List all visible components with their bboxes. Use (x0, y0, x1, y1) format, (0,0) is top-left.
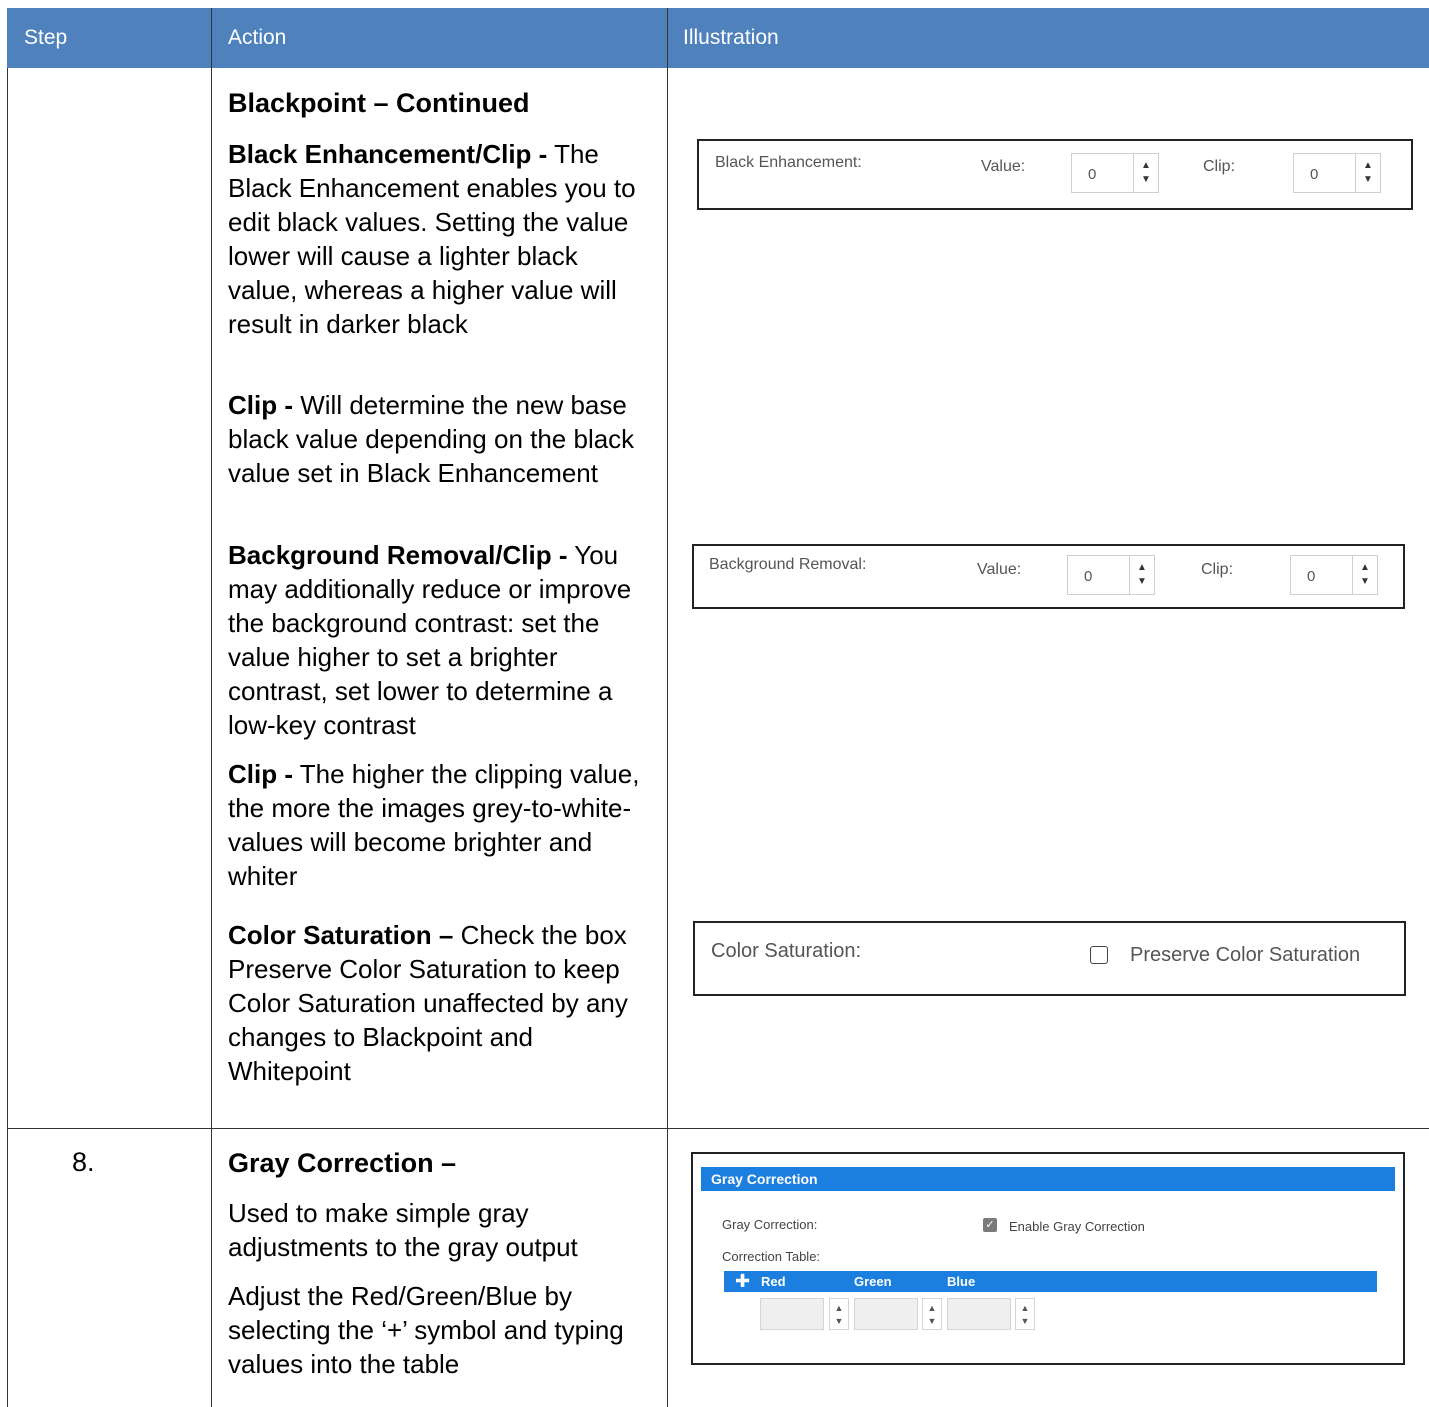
red-input[interactable] (760, 1298, 824, 1330)
chevron-up-icon[interactable]: ▲ (1130, 563, 1154, 573)
preserve-color-saturation-checkbox[interactable] (1090, 946, 1108, 964)
step-number: 8. (72, 1147, 95, 1177)
plus-icon[interactable]: ✚ (735, 1271, 750, 1292)
black-clip-value: 0 (1310, 166, 1319, 183)
color-saturation-label: Color Saturation: (711, 940, 862, 962)
gray-correction-field-label: Gray Correction: (722, 1217, 818, 1232)
black-value-spinner[interactable]: 0 ▲ ▼ (1071, 153, 1159, 193)
green-input[interactable] (854, 1298, 918, 1330)
enable-gray-correction-checkbox[interactable]: ✓ (983, 1218, 997, 1232)
chevron-up-icon[interactable]: ▲ (923, 1304, 941, 1313)
row-divider (7, 1128, 1429, 1129)
term: Background Removal/Clip - (228, 540, 568, 570)
correction-table-header: ✚ Red Green Blue (724, 1271, 1377, 1292)
header-illustration: Illustration (683, 26, 779, 49)
bg-value-label: Value: (977, 561, 1022, 578)
black-enhancement-panel: Black Enhancement: Value: 0 ▲ ▼ Clip: 0 … (697, 139, 1413, 210)
text: The Black Enhancement enables you to edi… (228, 139, 636, 339)
background-removal-panel: Background Removal: Value: 0 ▲ ▼ Clip: 0… (692, 544, 1405, 609)
red-spinner[interactable]: ▲ ▼ (829, 1298, 849, 1330)
black-clip-spinner[interactable]: 0 ▲ ▼ (1293, 153, 1381, 193)
correction-table-label: Correction Table: (722, 1249, 821, 1264)
chevron-up-icon[interactable]: ▲ (1356, 161, 1380, 171)
spinner-buttons[interactable]: ▲ ▼ (1352, 556, 1377, 594)
chevron-down-icon[interactable]: ▼ (830, 1317, 848, 1326)
term: Black Enhancement/Clip - (228, 139, 548, 169)
chevron-up-icon[interactable]: ▲ (1016, 1304, 1034, 1313)
bg-clip-label: Clip: (1201, 561, 1234, 578)
paragraph-gray-1: Used to make simple gray adjustments to … (228, 1198, 578, 1262)
chevron-down-icon[interactable]: ▼ (923, 1317, 941, 1326)
blue-input[interactable] (947, 1298, 1011, 1330)
spinner-buttons[interactable]: ▲ ▼ (1355, 154, 1380, 192)
color-saturation-panel: Color Saturation: Preserve Color Saturat… (693, 921, 1406, 996)
chevron-down-icon[interactable]: ▼ (1130, 577, 1154, 587)
paragraph-color-saturation: Color Saturation – Check the box Preserv… (228, 918, 653, 1088)
gray-correction-panel: Gray Correction Gray Correction: ✓ Enabl… (691, 1152, 1405, 1365)
chevron-up-icon[interactable]: ▲ (830, 1304, 848, 1313)
paragraph-clip-1: Clip - Will determine the new base black… (228, 388, 653, 490)
preserve-color-saturation-label[interactable]: Preserve Color Saturation (1130, 944, 1360, 967)
column-green: Green (854, 1274, 892, 1289)
black-enhancement-label: Black Enhancement: (715, 154, 862, 171)
bg-clip-spinner[interactable]: 0 ▲ ▼ (1290, 555, 1378, 595)
paragraph-black-enhancement: Black Enhancement/Clip - The Black Enhan… (228, 137, 653, 341)
gray-correction-header: Gray Correction (701, 1167, 1395, 1191)
term: Clip - (228, 390, 293, 420)
green-spinner[interactable]: ▲ ▼ (922, 1298, 942, 1330)
term: Clip - (228, 759, 293, 789)
black-value: 0 (1088, 166, 1097, 183)
paragraph-clip-2: Clip - The higher the clipping value, th… (228, 757, 653, 893)
chevron-up-icon[interactable]: ▲ (1134, 161, 1158, 171)
chevron-up-icon[interactable]: ▲ (1353, 563, 1377, 573)
paragraph-background-removal: Background Removal/Clip - You may additi… (228, 538, 653, 742)
bg-clip-value: 0 (1307, 568, 1316, 585)
bg-value: 0 (1084, 568, 1093, 585)
text: You may additionally reduce or improve t… (228, 540, 632, 740)
section-title-gray-correction: Gray Correction – (228, 1148, 457, 1178)
bg-value-spinner[interactable]: 0 ▲ ▼ (1067, 555, 1155, 595)
table-border-left (7, 68, 8, 1407)
chevron-down-icon[interactable]: ▼ (1134, 175, 1158, 185)
column-red: Red (761, 1274, 786, 1289)
black-clip-label: Clip: (1203, 158, 1236, 175)
background-removal-label: Background Removal: (709, 556, 867, 573)
column-divider-1 (211, 8, 212, 1407)
paragraph-gray-2: Adjust the Red/Green/Blue by selecting t… (228, 1281, 624, 1379)
spinner-buttons[interactable]: ▲ ▼ (1129, 556, 1154, 594)
term: Color Saturation – (228, 920, 454, 950)
table-header: Step Action Illustration (7, 8, 1429, 68)
header-step: Step (24, 26, 68, 49)
enable-gray-correction-label[interactable]: Enable Gray Correction (1009, 1219, 1145, 1234)
header-action: Action (228, 26, 287, 49)
black-value-label: Value: (981, 158, 1026, 175)
chevron-down-icon[interactable]: ▼ (1353, 577, 1377, 587)
column-divider-2 (667, 8, 668, 1407)
blue-spinner[interactable]: ▲ ▼ (1015, 1298, 1035, 1330)
gray-correction-title: Gray Correction (711, 1171, 818, 1187)
spinner-buttons[interactable]: ▲ ▼ (1133, 154, 1158, 192)
section-title-blackpoint: Blackpoint – Continued (228, 88, 530, 118)
chevron-down-icon[interactable]: ▼ (1016, 1317, 1034, 1326)
column-blue: Blue (947, 1274, 976, 1289)
chevron-down-icon[interactable]: ▼ (1356, 175, 1380, 185)
